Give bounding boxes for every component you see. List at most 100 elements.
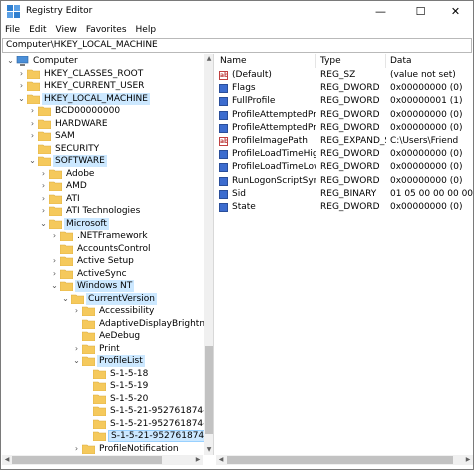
tree-node[interactable]: ⌄ Computer: [2, 55, 204, 68]
tree-node-label: HARDWARE: [55, 118, 108, 129]
minimize-button[interactable]: —: [363, 1, 398, 22]
value-row[interactable]: RunLogonScriptSync REG_DWORD 0x00000000 (0…: [216, 175, 473, 188]
scroll-left-icon[interactable]: ◀: [2, 455, 12, 465]
scroll-up-icon[interactable]: ▲: [204, 54, 213, 64]
value-type: REG_DWORD: [320, 122, 380, 133]
expand-chevron-icon[interactable]: ›: [39, 206, 48, 216]
tree-scroll-thumb[interactable]: [205, 346, 213, 434]
tree-node[interactable]: › ActiveSync: [2, 268, 204, 281]
expand-chevron-icon[interactable]: ›: [50, 269, 59, 279]
tree-node[interactable]: › SAM: [2, 130, 204, 143]
tree-node[interactable]: › HARDWARE: [2, 118, 204, 131]
tree-node[interactable]: ⌄ Windows NT: [2, 280, 204, 293]
value-row[interactable]: ProfileAttemptedPr... REG_DWORD 0x00000000…: [216, 109, 473, 122]
menu-favorites[interactable]: Favorites: [86, 25, 127, 35]
expand-chevron-icon[interactable]: ›: [17, 69, 26, 79]
tree-node[interactable]: SECURITY: [2, 143, 204, 156]
address-bar[interactable]: Computer\HKEY_LOCAL_MACHINE: [2, 38, 472, 53]
tree-node[interactable]: ⌄ SOFTWARE: [2, 155, 204, 168]
collapse-chevron-icon[interactable]: ⌄: [28, 156, 37, 166]
value-row[interactable]: FullProfile REG_DWORD 0x00000001 (1): [216, 95, 473, 108]
tree-node[interactable]: › AMD: [2, 180, 204, 193]
expand-chevron-icon[interactable]: ›: [28, 106, 37, 116]
tree-node[interactable]: S-1-5-21-952761874-1635: [2, 430, 213, 443]
scroll-right-icon[interactable]: ▶: [463, 455, 473, 465]
tree-node[interactable]: S-1-5-18: [2, 368, 204, 381]
scroll-left-icon[interactable]: ◀: [216, 455, 226, 465]
value-row[interactable]: ProfileAttemptedPr... REG_DWORD 0x00000000…: [216, 122, 473, 135]
tree-node[interactable]: AccountsControl: [2, 243, 204, 256]
scroll-right-icon[interactable]: ▶: [193, 455, 203, 465]
collapse-chevron-icon[interactable]: ⌄: [17, 94, 26, 104]
tree-h-scroll-thumb[interactable]: [12, 456, 162, 464]
expand-chevron-icon[interactable]: ›: [28, 119, 37, 129]
value-row[interactable]: Sid REG_BINARY 01 05 00 00 00 00 00 05: [216, 188, 473, 201]
expand-chevron-icon[interactable]: ›: [28, 131, 37, 141]
folder-icon: [37, 119, 52, 129]
tree-node[interactable]: › ATI: [2, 193, 204, 206]
tree-node[interactable]: › BCD00000000: [2, 105, 204, 118]
expand-chevron-icon[interactable]: ›: [50, 256, 59, 266]
value-row[interactable]: ProfileLoadTimeHigh REG_DWORD 0x00000000 (…: [216, 148, 473, 161]
expand-chevron-icon[interactable]: ›: [39, 169, 48, 179]
binary-value-icon: [219, 189, 228, 199]
column-header-type[interactable]: Type: [316, 54, 386, 68]
tree-vertical-scrollbar[interactable]: ▲ ▼: [204, 54, 213, 455]
tree-node[interactable]: AdaptiveDisplayBrightness: [2, 318, 213, 331]
folder-icon: [92, 419, 107, 429]
expand-chevron-icon[interactable]: ›: [72, 306, 81, 316]
tree-node[interactable]: AeDebug: [2, 330, 204, 343]
tree-node[interactable]: › ATI Technologies: [2, 205, 204, 218]
tree-horizontal-scrollbar[interactable]: ◀ ▶: [2, 455, 203, 465]
value-row[interactable]: State REG_DWORD 0x00000000 (0): [216, 201, 473, 214]
expand-chevron-icon[interactable]: ›: [17, 81, 26, 91]
folder-icon: [48, 219, 63, 229]
menu-edit[interactable]: Edit: [29, 25, 46, 35]
tree-node[interactable]: ⌄ CurrentVersion: [2, 292, 204, 306]
collapse-chevron-icon[interactable]: ⌄: [61, 294, 70, 304]
tree-node[interactable]: S-1-5-21-952761874-1635: [2, 418, 213, 431]
tree-node[interactable]: ⌄ Microsoft: [2, 217, 204, 231]
maximize-button[interactable]: ☐: [403, 1, 438, 22]
expand-chevron-icon[interactable]: ›: [39, 194, 48, 204]
no-expander: [83, 394, 92, 404]
tree-node[interactable]: ⌄ ProfileList: [2, 355, 204, 368]
tree-node[interactable]: › HKEY_CLASSES_ROOT: [2, 68, 204, 81]
collapse-chevron-icon[interactable]: ⌄: [39, 219, 48, 229]
tree-node[interactable]: S-1-5-21-952761874-1635: [2, 405, 213, 418]
tree-node[interactable]: › .NETFramework: [2, 230, 204, 243]
menu-file[interactable]: File: [5, 25, 20, 35]
tree-node[interactable]: › Adobe: [2, 168, 204, 181]
scroll-down-icon[interactable]: ▼: [204, 445, 213, 455]
value-row[interactable]: ab (Default) REG_SZ (value not set): [216, 69, 473, 82]
tree-node-label: ActiveSync: [77, 268, 127, 279]
tree-node[interactable]: › Print: [2, 343, 204, 356]
column-header-name[interactable]: Name: [216, 54, 316, 68]
tree-node[interactable]: S-1-5-19: [2, 380, 204, 393]
close-button[interactable]: ✕: [438, 1, 473, 22]
tree-node[interactable]: › ProfileNotification: [2, 443, 204, 456]
value-row[interactable]: Flags REG_DWORD 0x00000000 (0): [216, 82, 473, 95]
expand-chevron-icon[interactable]: ›: [72, 344, 81, 354]
tree-node[interactable]: ⌄ HKEY_LOCAL_MACHINE: [2, 92, 204, 106]
folder-icon: [92, 431, 107, 442]
collapse-chevron-icon[interactable]: ⌄: [6, 56, 15, 66]
value-row[interactable]: abProfileImagePath REG_EXPAND_SZ C:\Users\…: [216, 135, 473, 148]
tree-node[interactable]: › Active Setup: [2, 255, 204, 268]
column-header-data[interactable]: Data: [386, 54, 473, 68]
value-data: (value not set): [390, 70, 456, 80]
title-bar[interactable]: Registry Editor — ☐ ✕: [1, 1, 473, 22]
expand-chevron-icon[interactable]: ›: [39, 181, 48, 191]
expand-chevron-icon[interactable]: ›: [50, 231, 59, 241]
value-row[interactable]: ProfileLoadTimeLow REG_DWORD 0x00000000 (0…: [216, 161, 473, 174]
collapse-chevron-icon[interactable]: ⌄: [72, 356, 81, 366]
expand-chevron-icon[interactable]: ›: [72, 444, 81, 454]
tree-node[interactable]: › HKEY_CURRENT_USER: [2, 80, 204, 93]
collapse-chevron-icon[interactable]: ⌄: [50, 281, 59, 291]
values-horizontal-scrollbar[interactable]: ◀ ▶: [216, 455, 473, 465]
tree-node[interactable]: › Accessibility: [2, 305, 204, 318]
values-h-scroll-thumb[interactable]: [227, 456, 453, 464]
menu-help[interactable]: Help: [136, 25, 157, 35]
menu-view[interactable]: View: [56, 25, 77, 35]
tree-node[interactable]: S-1-5-20: [2, 393, 204, 406]
